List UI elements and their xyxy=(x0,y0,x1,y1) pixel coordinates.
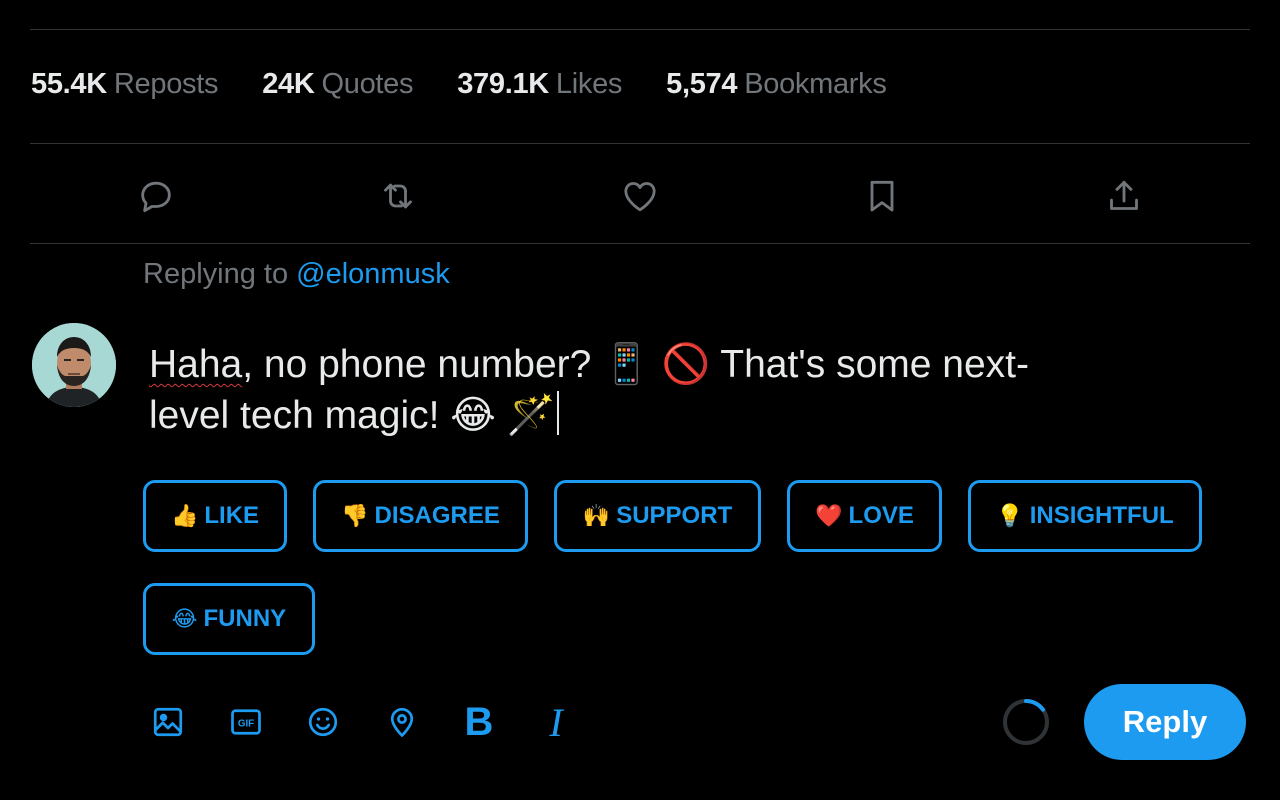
stat-label: Reposts xyxy=(113,68,219,100)
reaction-label: DISAGREE xyxy=(374,502,500,529)
reaction-disagree-button[interactable]: 👎 DISAGREE xyxy=(313,480,528,552)
like-icon xyxy=(624,182,656,212)
character-count-progress xyxy=(1003,699,1049,745)
bold-icon: B xyxy=(464,699,494,744)
divider-actions xyxy=(30,243,1250,244)
stat-quotes[interactable]: 24K Quotes xyxy=(262,68,413,101)
bookmark-action-button[interactable] xyxy=(858,168,906,224)
misspelled-word: Haha xyxy=(149,343,243,386)
gif-icon: GIF xyxy=(231,709,261,735)
thumbs-down-icon: 👎 xyxy=(341,503,369,528)
divider-top xyxy=(30,29,1250,30)
image-icon xyxy=(153,707,183,737)
stat-label: Bookmarks xyxy=(744,68,887,100)
engagement-stats: 55.4K Reposts 24K Quotes 379.1K Likes 5,574… xyxy=(31,68,931,101)
stat-bookmarks[interactable]: 5,574 Bookmarks xyxy=(666,68,887,101)
reply-composer-input[interactable]: Haha, no phone number? 📱 🚫 That's some n… xyxy=(149,339,1209,441)
stat-value: 5,574 xyxy=(666,68,738,100)
reaction-label: LOVE xyxy=(848,502,914,529)
reaction-label: FUNNY xyxy=(203,605,287,632)
location-icon xyxy=(390,707,414,737)
stat-value: 379.1K xyxy=(457,68,549,100)
reply-icon xyxy=(141,181,171,213)
raised-hands-icon: 🙌 xyxy=(582,503,611,528)
reply-submit-button[interactable]: Reply xyxy=(1084,684,1246,760)
add-image-button[interactable] xyxy=(146,700,190,744)
bookmark-icon xyxy=(870,180,894,212)
lightbulb-icon: 💡 xyxy=(996,503,1024,528)
reaction-label: SUPPORT xyxy=(616,502,733,529)
reaction-label: INSIGHTFUL xyxy=(1029,502,1174,529)
gif-label: GIF xyxy=(238,719,254,730)
text-caret xyxy=(557,391,560,435)
reaction-label: LIKE xyxy=(204,502,260,529)
tweet-actions xyxy=(0,168,1280,224)
italic-icon: I xyxy=(549,699,563,745)
reaction-funny-button[interactable]: 😂 FUNNY xyxy=(143,583,315,655)
heart-icon: ❤️ xyxy=(815,503,843,528)
add-emoji-button[interactable] xyxy=(301,700,345,744)
repost-icon xyxy=(384,183,412,209)
stat-value: 55.4K xyxy=(31,68,107,100)
divider-stats xyxy=(30,143,1250,144)
reaction-insightful-button[interactable]: 💡 INSIGHTFUL xyxy=(968,480,1202,552)
avatar-image xyxy=(32,323,116,407)
stat-label: Likes xyxy=(555,68,623,100)
composer-text-line1: , no phone number? 📱 🚫 That's some next- xyxy=(242,343,1029,386)
composer-text-line2: level tech magic! 😂 🪄 xyxy=(149,394,556,437)
reply-action-button[interactable] xyxy=(132,168,180,224)
avatar[interactable] xyxy=(32,323,116,407)
stat-label: Quotes xyxy=(321,68,414,100)
reaction-love-button[interactable]: ❤️ LOVE xyxy=(787,480,942,552)
reaction-like-button[interactable]: 👍 LIKE xyxy=(143,480,287,552)
stat-reposts[interactable]: 55.4K Reposts xyxy=(31,68,218,101)
emoji-icon xyxy=(308,707,338,737)
replying-prefix: Replying to xyxy=(143,258,289,290)
add-location-button[interactable] xyxy=(380,700,424,744)
replying-handle-link[interactable]: @elonmusk xyxy=(296,258,450,290)
share-action-button[interactable] xyxy=(1100,168,1148,224)
stat-value: 24K xyxy=(262,68,315,100)
share-icon xyxy=(1110,180,1138,210)
reaction-support-button[interactable]: 🙌 SUPPORT xyxy=(554,480,761,552)
thumbs-up-icon: 👍 xyxy=(170,503,199,528)
repost-action-button[interactable] xyxy=(374,168,422,224)
italic-button[interactable]: I xyxy=(534,699,578,745)
like-action-button[interactable] xyxy=(616,168,664,224)
stat-likes[interactable]: 379.1K Likes xyxy=(457,68,622,101)
replying-to: Replying to @elonmusk xyxy=(143,258,450,291)
add-gif-button[interactable]: GIF xyxy=(224,700,268,744)
bold-button[interactable]: B xyxy=(457,700,501,744)
laughing-icon: 😂 xyxy=(171,606,198,631)
